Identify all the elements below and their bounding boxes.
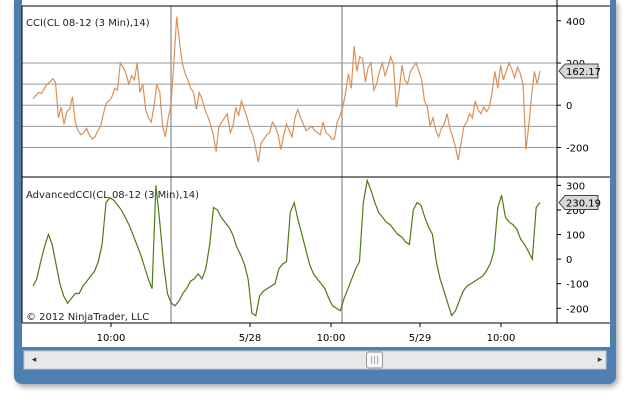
x-tick-label: 5/28 [239, 333, 261, 344]
y-tick-label: 0 [566, 255, 572, 266]
x-tick-label: 10:00 [317, 333, 346, 344]
x-tick-label: 5/29 [409, 333, 431, 344]
indicator-title: CCI(CL 08-12 (3 Min),14) [26, 18, 150, 29]
y-tick-label: -100 [566, 280, 589, 291]
y-tick-label: -200 [566, 304, 589, 315]
y-tick-label: 100 [566, 231, 585, 242]
scroll-left-arrow[interactable]: ◂ [26, 351, 42, 369]
x-tick-label: 10:00 [487, 333, 516, 344]
scroll-right-arrow[interactable]: ▸ [592, 351, 608, 369]
chart-background [22, 0, 610, 347]
last-value-label: 162.17 [566, 67, 601, 78]
y-tick-label: 300 [566, 181, 585, 192]
y-tick-label: 400 [566, 17, 585, 28]
horizontal-scrollbar[interactable] [23, 350, 607, 370]
last-value-label: 230.19 [566, 199, 601, 210]
copyright-text: © 2012 NinjaTrader, LLC [26, 312, 150, 323]
chart-canvas: 4002000-200CCI(CL 08-12 (3 Min),14)162.1… [21, 0, 610, 370]
y-tick-label: -200 [566, 143, 589, 154]
chart-window: 4002000-200CCI(CL 08-12 (3 Min),14)162.1… [0, 0, 632, 403]
y-tick-label: 0 [566, 101, 572, 112]
x-tick-label: 10:00 [97, 333, 126, 344]
